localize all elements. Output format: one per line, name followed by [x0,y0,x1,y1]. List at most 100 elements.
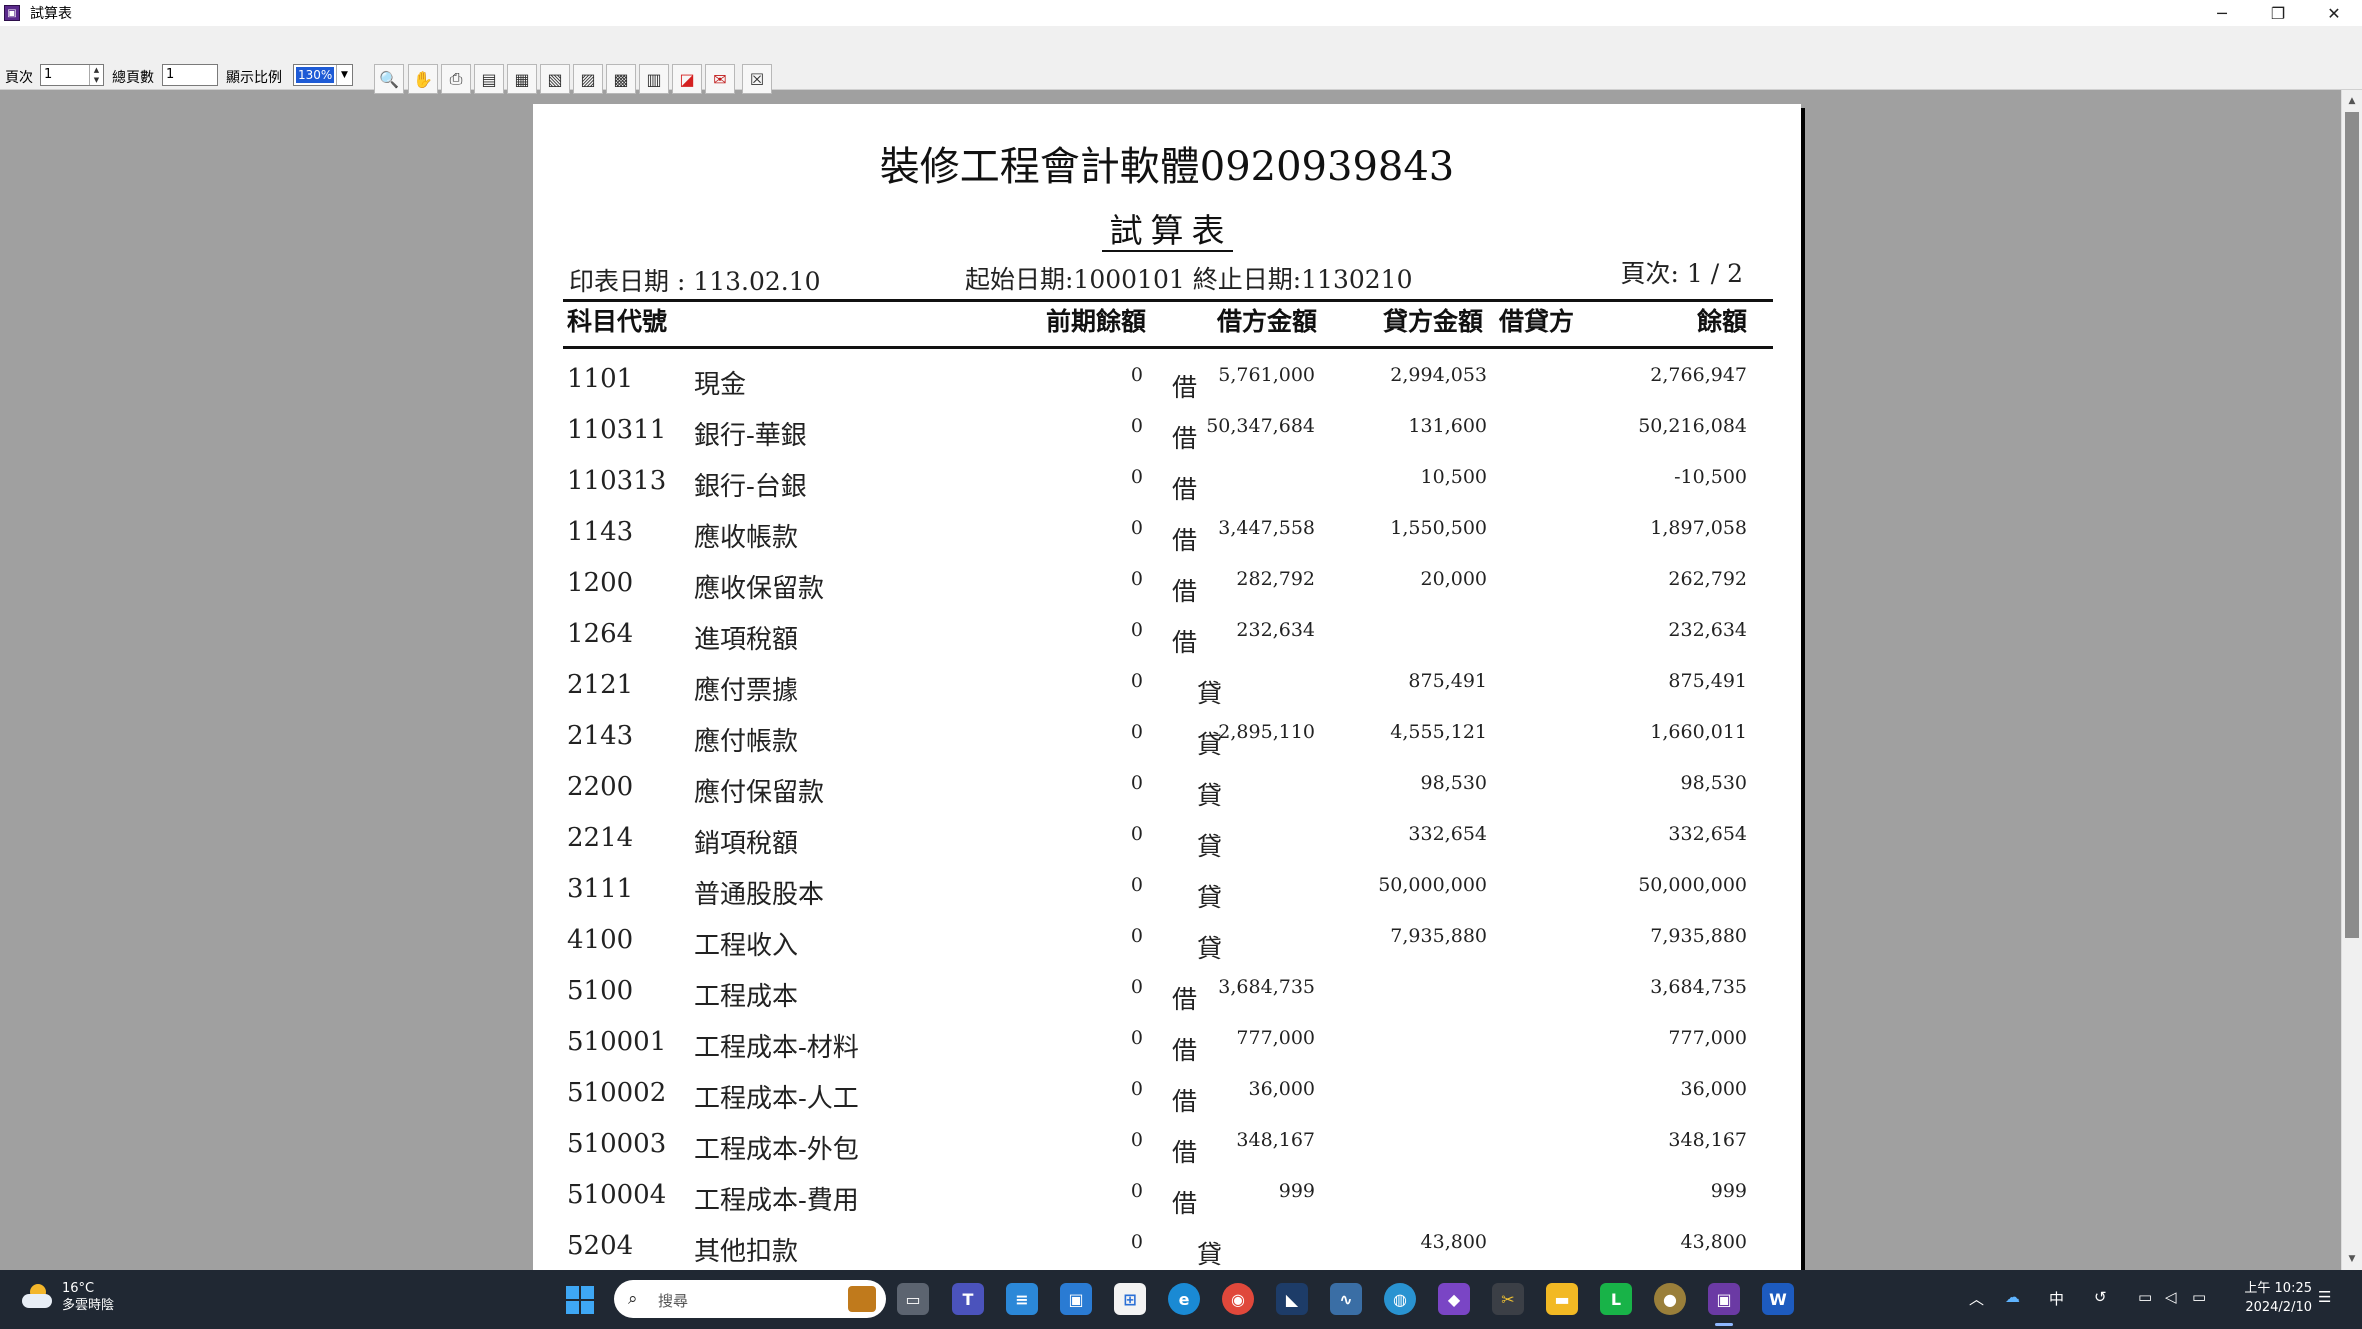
window-controls: ─ ❐ ✕ [2194,0,2362,26]
credit-amount: 20,000 [1420,568,1487,590]
close-icon[interactable]: ☒ [742,64,772,94]
account-name: 應收帳款 [694,523,799,553]
account-name: 進項稅額 [694,625,799,655]
edge-icon[interactable]: e [1168,1283,1200,1315]
table-row: 1143 應收帳款 0 3,447,558 1,550,500 借 1,897,058 [533,509,1801,560]
debit-amount: 3,447,558 [1218,517,1315,539]
page-spinner[interactable]: 1 ▲ ▼ [40,64,104,86]
game-icon[interactable]: ● [1654,1283,1686,1315]
ime-indicator[interactable]: 中 [2049,1288,2064,1309]
title-bar: ▣ 試算表 ─ ❐ ✕ [0,0,2362,26]
scroll-thumb[interactable] [2345,112,2359,938]
notification-icon[interactable]: ☰ [2318,1288,2331,1306]
table-row: 5100 工程成本 0 3,684,735 借 3,684,735 [533,968,1801,1019]
hand-icon[interactable]: ✋ [408,64,438,94]
header-credit: 貸方金額 [1382,307,1483,336]
task-view-icon[interactable]: ▭ [897,1283,929,1315]
report-title: 試算表 [533,204,1801,252]
remote-desktop-icon[interactable]: ▣ [1060,1283,1092,1315]
table-row: 2143 應付帳款 0 2,895,110 4,555,121 貸 1,660,011 [533,713,1801,764]
taskbar-search[interactable]: ⌕ 搜尋 [614,1280,886,1318]
network-tray-icon[interactable]: ▭ [2138,1288,2152,1306]
scroll-up-icon[interactable]: ▲ [2342,92,2362,110]
gift-icon[interactable]: ✉ [705,64,735,94]
weather-widget[interactable]: 16°C 多雲時陰 [20,1280,114,1314]
line-icon[interactable]: L [1600,1283,1632,1315]
close-button[interactable]: ✕ [2306,0,2362,26]
company-name: 裝修工程會計軟體0920939843 [879,144,1455,190]
account-name: 工程成本-費用 [694,1186,859,1216]
balance-amount: 3,684,735 [1650,976,1747,998]
account-code: 510003 [567,1129,667,1159]
performance-monitor-icon[interactable]: ∿ [1330,1283,1362,1315]
start-button[interactable] [566,1286,594,1314]
prior-balance: 0 [1130,568,1143,590]
credit-amount: 4,555,121 [1390,721,1487,743]
print-icon[interactable]: ⎙ [441,64,471,94]
book-icon[interactable]: ▥ [639,64,669,94]
file-explorer-icon[interactable]: ▬ [1546,1283,1578,1315]
app-icon: ▣ [4,5,20,21]
volume-icon[interactable]: ◁ [2165,1288,2177,1306]
restore-button[interactable]: ❐ [2250,0,2306,26]
balance-amount: 332,654 [1668,823,1747,845]
export-excel-icon[interactable]: ▦ [507,64,537,94]
battery-icon[interactable]: ▭ [2192,1288,2206,1306]
ime-mode-icon[interactable]: ↺ [2094,1288,2107,1306]
trial-balance-app-icon[interactable]: ▣ [1708,1283,1740,1315]
debit-amount: 348,167 [1236,1129,1315,1151]
header-debit: 借方金額 [1216,307,1317,336]
network-icon[interactable]: ◍ [1384,1283,1416,1315]
balance-amount: 999 [1710,1180,1747,1202]
word-icon[interactable]: W [1762,1283,1794,1315]
search-icon: ⌕ [628,1289,638,1309]
balance-amount: 875,491 [1668,670,1747,692]
total-pages-field[interactable]: 1 [162,64,218,86]
debit-credit-flag: 貸 [1197,883,1223,912]
visual-studio-icon[interactable]: ◆ [1438,1283,1470,1315]
system-clock[interactable]: 上午 10:25 2024/2/10 [2244,1279,2312,1317]
table-row: 510003 工程成本-外包 0 348,167 借 348,167 [533,1121,1801,1172]
account-name: 應付保留款 [694,778,825,808]
spinner-arrows-icon[interactable]: ▲ ▼ [89,65,103,85]
export-text-icon[interactable]: ▩ [606,64,636,94]
scroll-down-icon[interactable]: ▼ [2342,1250,2362,1268]
account-name: 工程成本-外包 [694,1135,859,1165]
store-icon[interactable]: ⊞ [1114,1283,1146,1315]
debit-credit-flag: 貸 [1197,781,1223,810]
teams-icon[interactable]: T [952,1283,984,1315]
export-html-icon[interactable]: ▨ [573,64,603,94]
table-row: 110313 銀行-台銀 0 10,500 借 -10,500 [533,458,1801,509]
account-code: 4100 [567,925,634,955]
export-word-icon[interactable]: ▧ [540,64,570,94]
tray-chevron-up-icon[interactable]: ︿ [1969,1288,1984,1309]
page-icon[interactable]: ▤ [474,64,504,94]
table-row: 2214 銷項稅額 0 332,654 貸 332,654 [533,815,1801,866]
pdf-icon[interactable]: ◪ [672,64,702,94]
account-code: 2200 [567,772,634,802]
chevron-down-icon[interactable]: ▼ [336,65,352,85]
debit-credit-flag: 借 [1172,373,1198,402]
notepad-icon[interactable]: ≡ [1006,1283,1038,1315]
debit-credit-flag: 貸 [1197,1240,1223,1269]
debit-amount: 232,634 [1236,619,1315,641]
table-row: 510001 工程成本-材料 0 777,000 借 777,000 [533,1019,1801,1070]
debit-amount: 3,684,735 [1218,976,1315,998]
vertical-scrollbar[interactable]: ▲ ▼ [2341,90,2362,1270]
zoom-select[interactable]: 130% ▼ [293,64,353,86]
search-placeholder: 搜尋 [658,1292,689,1310]
tools-icon[interactable]: ✂ [1492,1283,1524,1315]
prior-balance: 0 [1130,721,1143,743]
account-name: 銷項稅額 [694,829,799,859]
chrome-icon[interactable]: ◉ [1222,1283,1254,1315]
balance-amount: 262,792 [1668,568,1747,590]
zoom-icon[interactable]: 🔍 [374,64,404,94]
account-code: 510002 [567,1078,667,1108]
sql-tool-icon[interactable]: ◣ [1276,1283,1308,1315]
prior-balance: 0 [1130,1231,1143,1253]
minimize-button[interactable]: ─ [2194,0,2250,26]
page-label: 頁次 [5,70,33,86]
account-code: 3111 [567,874,634,904]
onedrive-icon[interactable]: ☁ [2005,1288,2020,1306]
table-row: 2121 應付票據 0 875,491 貸 875,491 [533,662,1801,713]
